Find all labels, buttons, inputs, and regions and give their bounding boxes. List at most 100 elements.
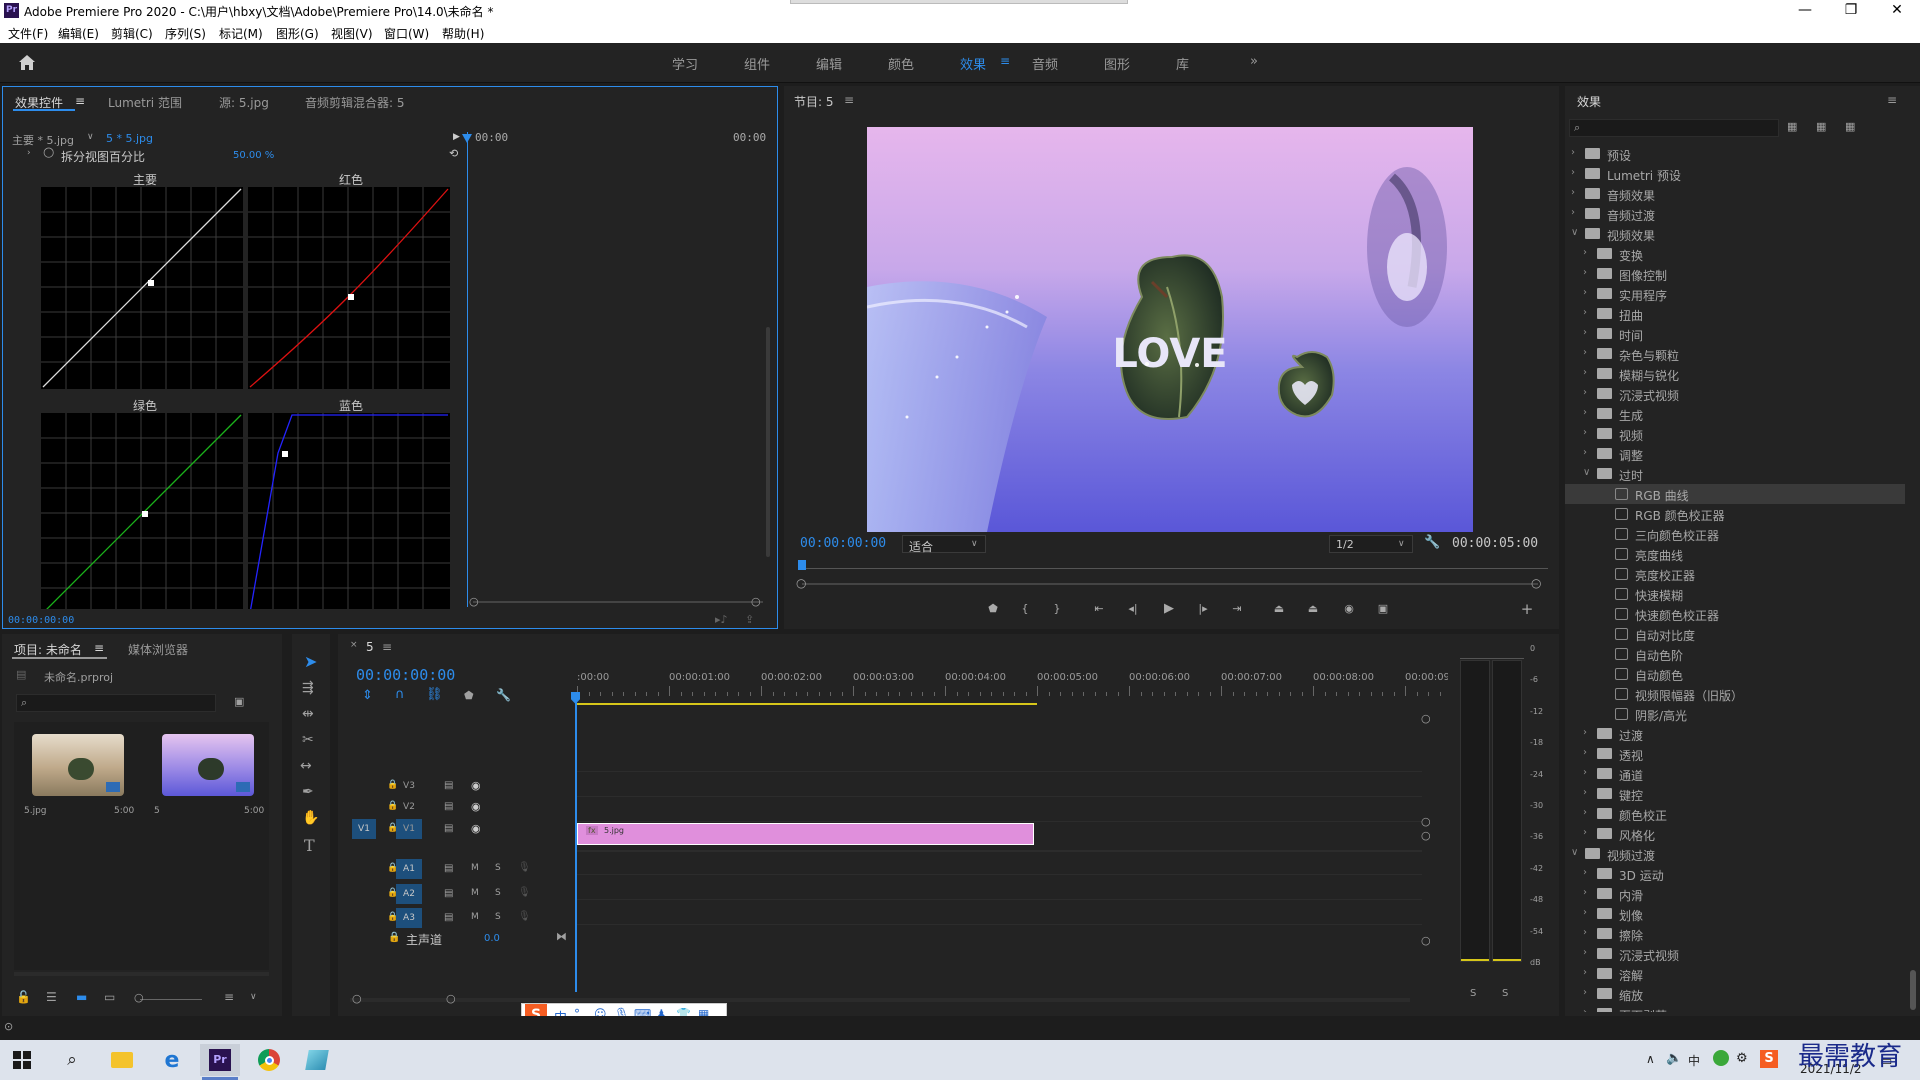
ec-playhead[interactable] bbox=[467, 132, 468, 607]
effects-tree-item[interactable]: 阴影/高光 bbox=[1565, 704, 1905, 724]
selection-tool-icon[interactable]: ➤ bbox=[304, 652, 317, 671]
workspace-menu-icon[interactable]: ≡ bbox=[1000, 54, 1010, 68]
chevron-right-icon[interactable]: › bbox=[1583, 247, 1587, 258]
effects-tree-item[interactable]: 快速颜色校正器 bbox=[1565, 604, 1905, 624]
chevron-down-icon[interactable]: ∨ bbox=[1583, 467, 1590, 478]
project-h-scrollbar[interactable] bbox=[14, 972, 269, 976]
chevron-right-icon[interactable]: › bbox=[1571, 187, 1575, 198]
chevron-right-icon[interactable]: › bbox=[1583, 987, 1587, 998]
chevron-right-icon[interactable]: › bbox=[1583, 867, 1587, 878]
effects-tree-item[interactable]: › 预设 bbox=[1565, 144, 1905, 164]
file-explorer-icon[interactable] bbox=[102, 1044, 142, 1076]
chevron-right-icon[interactable]: › bbox=[1571, 147, 1575, 158]
tab-lumetri-scopes[interactable]: Lumetri 范围 bbox=[108, 94, 182, 111]
effects-tree-item[interactable]: › 通道 bbox=[1565, 764, 1905, 784]
ec-zoom-end-handle[interactable]: ○ bbox=[751, 595, 761, 608]
play-clip-icon[interactable]: ▶ bbox=[453, 132, 460, 142]
chevron-right-icon[interactable]: › bbox=[1583, 967, 1587, 978]
effects-tree-item[interactable]: › 视频 bbox=[1565, 424, 1905, 444]
slip-tool-icon[interactable]: ↔ bbox=[300, 758, 312, 774]
minimize-icon[interactable]: — bbox=[1782, 0, 1828, 21]
chevron-right-icon[interactable]: › bbox=[1583, 287, 1587, 298]
effects-tree-item[interactable]: › 图像控制 bbox=[1565, 264, 1905, 284]
project-search-input[interactable]: ⌕ bbox=[16, 694, 216, 712]
type-tool-icon[interactable]: T bbox=[304, 836, 315, 855]
add-marker-icon[interactable]: ⬟ bbox=[986, 602, 1000, 616]
sync-lock-icon[interactable]: ▤ bbox=[444, 801, 453, 812]
edge-icon[interactable]: e bbox=[152, 1044, 192, 1076]
chevron-right-icon[interactable]: › bbox=[1583, 907, 1587, 918]
solo-button[interactable]: S bbox=[495, 912, 501, 922]
pen-tool-icon[interactable]: ✒ bbox=[302, 784, 314, 800]
chevron-right-icon[interactable]: › bbox=[1583, 727, 1587, 738]
list-view-icon[interactable]: ☰ bbox=[46, 990, 57, 1004]
menu-clip[interactable]: 剪辑(C) bbox=[111, 25, 153, 42]
effects-tree-item[interactable]: › Lumetri 预设 bbox=[1565, 164, 1905, 184]
linked-selection-icon[interactable]: ⛓ bbox=[426, 687, 443, 702]
effects-tree-item[interactable]: › 溶解 bbox=[1565, 964, 1905, 984]
ec-zoom-track[interactable] bbox=[473, 601, 763, 603]
insert-nest-icon[interactable]: ⇕ bbox=[362, 688, 373, 703]
ec-export-icon[interactable]: ⇪ bbox=[745, 613, 754, 626]
v-zoom-mid-handle[interactable]: ○ bbox=[1421, 815, 1431, 828]
solo-button[interactable]: S bbox=[495, 888, 501, 898]
effects-search-input[interactable]: ⌕ bbox=[1569, 119, 1779, 137]
tab-project[interactable]: 项目: 未命名 bbox=[14, 641, 82, 658]
workspace-learn[interactable]: 学习 bbox=[672, 54, 698, 73]
program-menu-icon[interactable]: ≡ bbox=[844, 93, 854, 107]
effects-tree-item[interactable]: ∨ 视频过渡 bbox=[1565, 844, 1905, 864]
effects-tree-item[interactable]: 视频限幅器（旧版） bbox=[1565, 684, 1905, 704]
chevron-right-icon[interactable]: › bbox=[1583, 887, 1587, 898]
hand-tool-icon[interactable]: ✋ bbox=[302, 810, 319, 826]
track-label-a2[interactable]: A2 bbox=[396, 884, 422, 904]
voiceover-mic-icon[interactable]: 🎙 bbox=[518, 887, 531, 898]
effects-tree-item[interactable]: › 沉浸式视频 bbox=[1565, 944, 1905, 964]
clip-dropdown-icon[interactable]: ∨ bbox=[87, 132, 94, 142]
chevron-right-icon[interactable]: › bbox=[1571, 207, 1575, 218]
effects-tree-item[interactable]: › 透视 bbox=[1565, 744, 1905, 764]
program-timecode[interactable]: 00:00:00:00 bbox=[800, 536, 886, 551]
effects-tree-item[interactable]: › 调整 bbox=[1565, 444, 1905, 464]
effects-tree-item[interactable]: 快速模糊 bbox=[1565, 584, 1905, 604]
solo-button[interactable]: S bbox=[495, 863, 501, 873]
menu-window[interactable]: 窗口(W) bbox=[384, 25, 429, 42]
ec-zoom-start-handle[interactable]: ○ bbox=[469, 595, 479, 608]
ripple-edit-tool-icon[interactable]: ⇹ bbox=[302, 706, 314, 722]
timeline-zoom-start-handle[interactable]: ○ bbox=[352, 992, 362, 1005]
effects-scrollbar[interactable] bbox=[1910, 970, 1916, 1010]
accelerated-effects-icon[interactable]: ▦ bbox=[1787, 120, 1797, 133]
chevron-right-icon[interactable]: › bbox=[1583, 407, 1587, 418]
a-zoom-top-handle[interactable]: ○ bbox=[1421, 829, 1431, 842]
effects-tree-item[interactable]: › 杂色与颗粒 bbox=[1565, 344, 1905, 364]
go-to-in-icon[interactable]: ⇤ bbox=[1092, 602, 1106, 616]
effects-tree-item[interactable]: 三向颜色校正器 bbox=[1565, 524, 1905, 544]
effects-tree-item[interactable]: › 页面剥落 bbox=[1565, 1004, 1905, 1012]
eye-icon[interactable]: ◉ bbox=[471, 800, 481, 813]
thumb-size-slider[interactable] bbox=[140, 999, 202, 1000]
comparison-view-icon[interactable]: ▣ bbox=[1376, 602, 1390, 616]
timeline-menu-icon[interactable]: ≡ bbox=[382, 640, 392, 654]
tray-app-icon[interactable] bbox=[1713, 1050, 1729, 1066]
ec-timecode[interactable]: 00:00:00:00 bbox=[8, 615, 74, 626]
chevron-right-icon[interactable]: › bbox=[1583, 807, 1587, 818]
effects-tree-item[interactable]: › 颜色校正 bbox=[1565, 804, 1905, 824]
chevron-right-icon[interactable]: › bbox=[1583, 307, 1587, 318]
track-select-tool-icon[interactable]: ⇶ bbox=[302, 680, 314, 696]
effects-tree-item[interactable]: 自动颜色 bbox=[1565, 664, 1905, 684]
track-label-a1[interactable]: A1 bbox=[396, 859, 422, 879]
sort-icon[interactable]: ≡ bbox=[224, 990, 234, 1004]
voiceover-mic-icon[interactable]: 🎙 bbox=[518, 911, 531, 922]
red-curve-graph[interactable] bbox=[248, 187, 450, 389]
effects-tree-item[interactable]: RGB 颜色校正器 bbox=[1565, 504, 1905, 524]
v-zoom-top-handle[interactable]: ○ bbox=[1421, 712, 1431, 725]
effects-tree-item[interactable]: › 风格化 bbox=[1565, 824, 1905, 844]
blue-curve-graph[interactable] bbox=[248, 413, 450, 609]
resolution-select[interactable]: 1/2 ∨ bbox=[1329, 535, 1413, 553]
icon-view-icon[interactable]: ▬ bbox=[76, 990, 87, 1004]
effects-tree-item[interactable]: › 键控 bbox=[1565, 784, 1905, 804]
lift-icon[interactable]: ⏏ bbox=[1272, 602, 1286, 616]
effects-tree-item[interactable]: 自动色阶 bbox=[1565, 644, 1905, 664]
premiere-taskbar-icon[interactable]: Pr bbox=[200, 1044, 240, 1076]
sync-lock-icon[interactable]: ▤ bbox=[444, 780, 453, 791]
export-frame-icon[interactable]: ◉ bbox=[1342, 602, 1356, 616]
